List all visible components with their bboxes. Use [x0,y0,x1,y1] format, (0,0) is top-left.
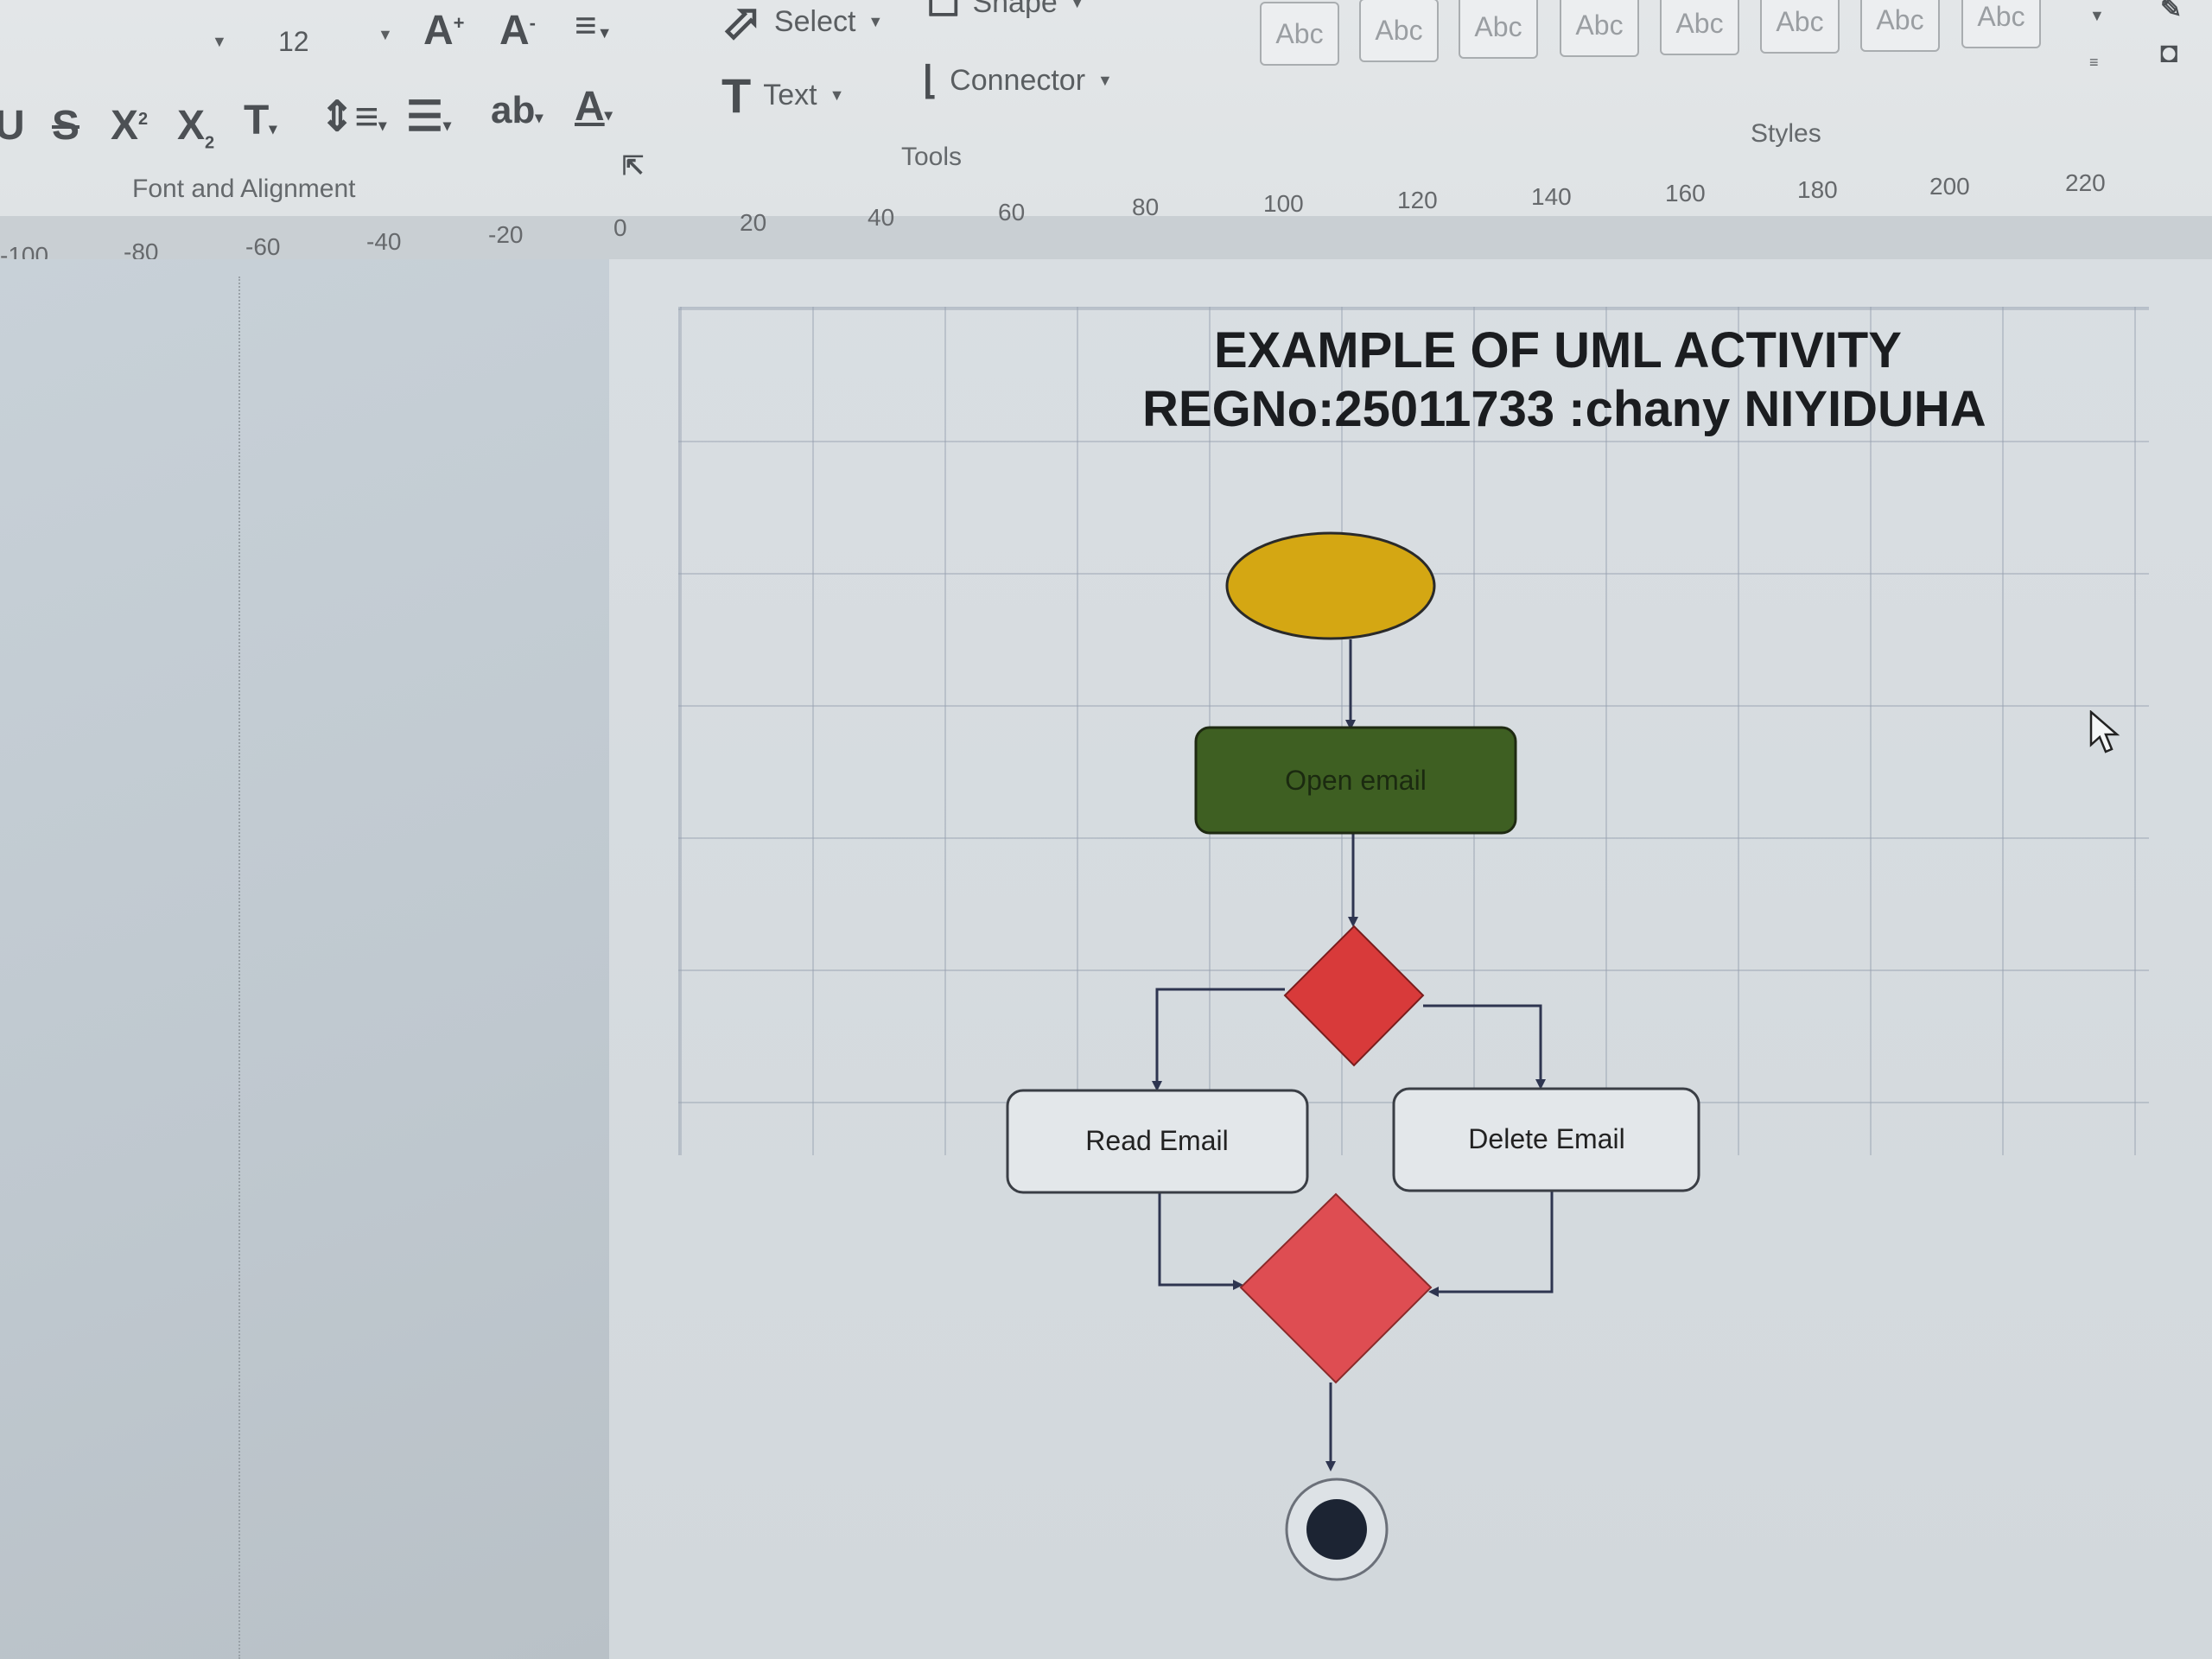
connector-decision-to-delete[interactable] [1423,1004,1546,1090]
delete-email-label: Delete Email [1468,1123,1624,1154]
connector-delete-to-merge[interactable] [1428,1191,1554,1297]
activity-diagram: Open email Read Email Delete Email [1006,531,1700,1581]
open-email-action[interactable]: Open email [1194,726,1517,835]
read-email-action[interactable]: Read Email [1006,1089,1309,1194]
start-node[interactable] [1225,531,1436,640]
end-node[interactable] [1285,1478,1389,1581]
connector-read-to-merge[interactable] [1158,1192,1243,1290]
mouse-cursor-icon [2089,710,2120,753]
merge-node[interactable] [1239,1192,1433,1384]
delete-email-action[interactable]: Delete Email [1392,1087,1700,1192]
open-email-label: Open email [1285,765,1427,796]
decision-node[interactable] [1283,925,1425,1067]
connector-decision-to-read[interactable] [1152,988,1285,1091]
read-email-label: Read Email [1085,1125,1228,1156]
